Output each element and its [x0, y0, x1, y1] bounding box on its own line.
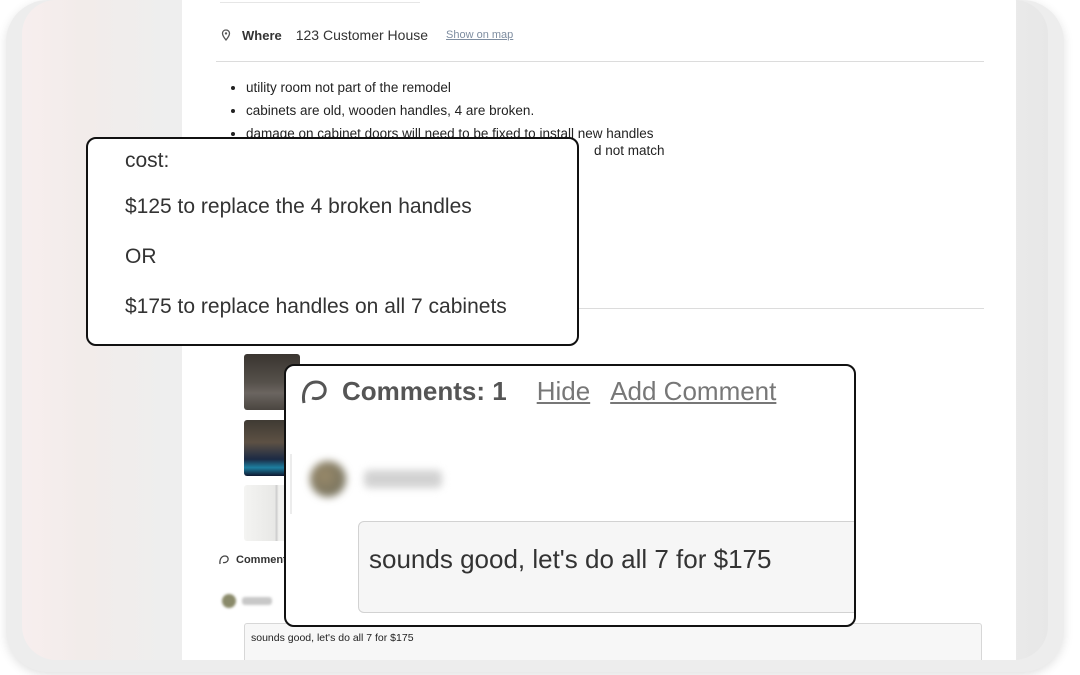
note-item: cabinets are old, wooden handles, 4 are …: [246, 99, 654, 122]
note-item-partial: d not match: [594, 143, 665, 158]
comment-bubble-icon: [302, 379, 327, 403]
cut-off-content: [220, 0, 420, 3]
comment-bubble-icon: [219, 555, 229, 565]
note-item: utility room not part of the remodel: [246, 76, 654, 99]
hide-comments-link[interactable]: Hide: [537, 376, 590, 407]
map-pin-icon: [221, 29, 231, 41]
commenter-name-blurred: [364, 470, 442, 488]
where-label: Where: [242, 27, 282, 43]
comment-text-small: sounds good, let's do all 7 for $175: [244, 623, 982, 660]
comments-count: Comments: 1: [342, 376, 507, 406]
cost-option-1: $125 to replace the 4 broken handles: [125, 195, 472, 218]
show-on-map-link[interactable]: Show on map: [446, 29, 513, 41]
commenter-name-blurred: [242, 597, 272, 605]
commenter: [290, 461, 442, 497]
avatar: [222, 594, 236, 608]
cost-option-2: $175 to replace handles on all 7 cabinet…: [125, 295, 507, 318]
comments-callout: Comments: 1 Hide Add Comment sounds good…: [284, 364, 856, 627]
cost-or: OR: [125, 245, 157, 268]
add-comment-link[interactable]: Add Comment: [610, 376, 776, 407]
address-value: 123 Customer House: [295, 27, 429, 43]
cost-callout: cost: $125 to replace the 4 broken handl…: [86, 137, 579, 346]
comments-heading-small: Comments: [218, 554, 293, 566]
commenter-small: [222, 594, 272, 608]
divider: [216, 61, 984, 62]
location-row: Where 123 Customer House Show on map: [220, 27, 513, 43]
comment-text: sounds good, let's do all 7 for $175: [358, 521, 854, 613]
avatar: [310, 461, 346, 497]
comments-header: Comments: 1 Hide Add Comment: [300, 376, 796, 407]
job-notes-list: utility room not part of the remodel cab…: [228, 76, 654, 145]
cost-heading: cost:: [125, 149, 170, 172]
